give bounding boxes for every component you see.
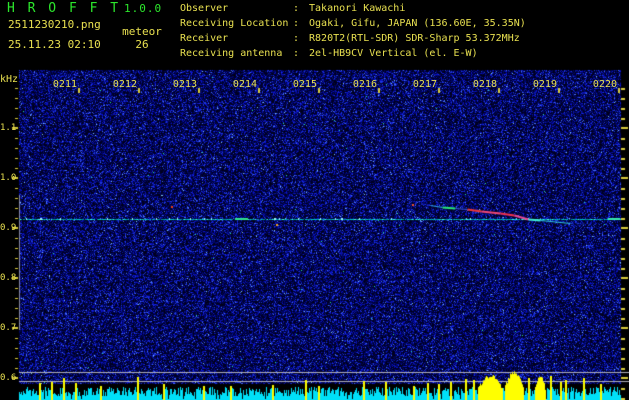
station-info-row: Receiving antenna: 2el-HB9CV Vertical (e…: [180, 46, 526, 61]
time-tick-label: 0217: [412, 79, 437, 90]
station-info-row: Receiver: R820T2(RTL-SDR) SDR-Sharp 53.3…: [180, 31, 526, 46]
info-value: Takanori Kawachi: [303, 3, 406, 14]
output-filename: 2511230210.png: [8, 18, 101, 31]
station-info-row: Receiving Location: Ogaki, Gifu, JAPAN (…: [180, 16, 526, 31]
app-version: 1.0.0: [124, 2, 163, 15]
freq-tick-label: 0.7: [0, 323, 17, 333]
hrofft-window: H R O F F T 1.0.0 2511230210.png meteor …: [0, 0, 629, 400]
echo-count: 26: [135, 38, 149, 51]
freq-axis-unit: kHz: [0, 74, 19, 85]
time-tick-label: 0215: [292, 79, 317, 90]
info-colon: :: [293, 48, 300, 59]
station-info-row: Observer: Takanori Kawachi: [180, 1, 526, 16]
info-colon: :: [293, 3, 300, 14]
time-tick-label: 0213: [172, 79, 197, 90]
time-tick-label: 0220: [592, 79, 617, 90]
info-label: Receiving antenna: [180, 48, 283, 59]
info-value: Ogaki, Gifu, JAPAN (136.60E, 35.35N): [303, 18, 526, 29]
freq-tick-label: 1.0: [0, 173, 17, 183]
time-tick-label: 0218: [472, 79, 497, 90]
freq-tick-label: 0.8: [0, 273, 17, 283]
freq-tick-label: 0.9: [0, 223, 17, 233]
time-tick-label: 0211: [52, 79, 77, 90]
mode-label: meteor: [122, 25, 162, 38]
freq-tick-label: 0.6: [0, 373, 17, 383]
info-label: Observer: [180, 3, 229, 14]
info-label: Receiver: [180, 33, 229, 44]
time-tick-label: 0212: [112, 79, 137, 90]
info-label: Receiving Location: [180, 18, 289, 29]
time-tick-label: 0219: [532, 79, 557, 90]
info-value: R820T2(RTL-SDR) SDR-Sharp 53.372MHz: [303, 33, 520, 44]
info-value: 2el-HB9CV Vertical (el. E-W): [303, 48, 478, 59]
time-tick-label: 0214: [232, 79, 257, 90]
time-tick-label: 0216: [352, 79, 377, 90]
freq-tick-label: 1.1: [0, 123, 17, 133]
info-colon: :: [293, 33, 300, 44]
app-title: H R O F F T: [7, 1, 121, 16]
info-colon: :: [293, 18, 300, 29]
station-info: Observer: Takanori Kawachi Receiving Loca…: [180, 1, 526, 61]
observation-timestamp: 25.11.23 02:10: [8, 38, 101, 51]
